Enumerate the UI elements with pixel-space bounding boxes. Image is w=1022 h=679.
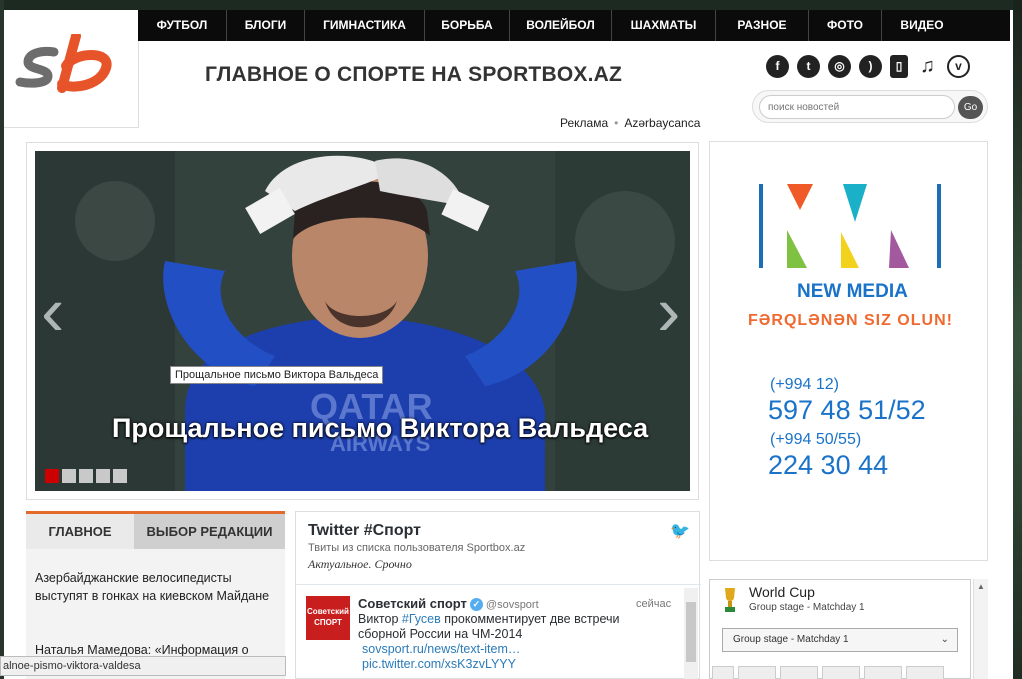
tweet-hashtag[interactable]: #Гусев [402, 612, 441, 626]
site-logo[interactable] [4, 10, 139, 128]
news-item[interactable]: Азербайджанские велосипедисты выступят в… [35, 569, 275, 605]
matchday-select[interactable]: Group stage - Matchday 1 ⌄ [722, 628, 958, 652]
ad-slogan: FƏRQLƏNƏN SIZ OLUN! [748, 312, 953, 329]
facebook-icon[interactable]: f [766, 55, 789, 78]
sportbox-logo-icon [15, 34, 112, 93]
ad-mobile-code: (+994 50/55) [770, 431, 862, 448]
twitter-widget-subtitle: Твиты из списка пользователя Sportbox.az [308, 542, 526, 554]
odnoklassniki-icon[interactable]: ◎ [828, 55, 851, 78]
nav-item-gymnastics[interactable]: ГИМНАСТИКА [305, 10, 425, 41]
tab-editors-choice[interactable]: ВЫБОР РЕДАКЦИИ [134, 514, 285, 549]
tweet-scrollbar[interactable] [684, 588, 698, 679]
tab-main[interactable]: ГЛАВНОЕ [26, 514, 134, 549]
group-tab[interactable] [738, 666, 776, 679]
twitter-widget-title[interactable]: Twitter #Спорт [308, 522, 421, 540]
worldcup-title: World Cup [749, 584, 815, 600]
tweet-link[interactable]: sovsport.ru/news/text-item… [358, 642, 644, 657]
slider-prev-arrow[interactable]: ‹ [41, 276, 64, 346]
tweet-text-start: Виктор [358, 612, 402, 626]
nav-item-chess[interactable]: ШАХМАТЫ [612, 10, 716, 41]
vimeo-icon[interactable]: v [947, 55, 970, 78]
main-nav: ФУТБОЛ БЛОГИ ГИМНАСТИКА БОРЬБА ВОЛЕЙБОЛ … [138, 10, 1010, 41]
site-slogan: ГЛАВНОЕ О СПОРТЕ НА SPORTBOX.AZ [205, 63, 622, 86]
matchday-select-value: Group stage - Matchday 1 [733, 634, 849, 645]
slide-title[interactable]: Прощальное письмо Виктора Вальдеса [112, 413, 648, 444]
news-tabs: ГЛАВНОЕ ВЫБОР РЕДАКЦИИ [26, 511, 285, 549]
nav-item-volleyball[interactable]: ВОЛЕЙБОЛ [510, 10, 612, 41]
mobile-icon[interactable]: ▯ [890, 55, 908, 78]
tweet-author[interactable]: Советский спорт ✓ @sovsport [358, 596, 539, 612]
rss-icon[interactable]: ) [859, 55, 882, 78]
divider [296, 584, 701, 585]
ad-phone-number: 597 48 51/52 [768, 395, 926, 425]
worldcup-scrollbar[interactable]: ▲ [973, 579, 988, 679]
trophy-icon [725, 588, 735, 612]
nav-item-photo[interactable]: ФОТО [809, 10, 882, 41]
slider-dot[interactable] [45, 469, 59, 483]
tweet-time[interactable]: сейчас [636, 598, 671, 610]
slider-dot[interactable] [96, 469, 110, 483]
tweet-handle[interactable]: @sovsport [486, 599, 539, 611]
search-input[interactable] [759, 95, 955, 119]
status-bar-url: alnoe-pismo-viktora-valdesa [0, 656, 286, 676]
verified-icon: ✓ [469, 598, 483, 612]
tweet-text: Виктор #Гусев прокомментирует две встреч… [358, 612, 644, 672]
music-icon[interactable]: ♫ [916, 55, 939, 78]
slide-tooltip: Прощальное письмо Виктора Вальдеса [170, 366, 384, 384]
group-tab[interactable] [906, 666, 944, 679]
twitter-widget-description: Актуальное. Срочно [308, 557, 412, 571]
ad-mobile-number: 224 30 44 [768, 450, 889, 480]
ad-phone-code: (+994 12) [770, 376, 839, 393]
social-icons: f t ◎ ) ▯ ♫ v [766, 55, 970, 78]
group-tabs [712, 666, 944, 679]
slider-dot[interactable] [79, 469, 93, 483]
new-media-logo-icon [759, 184, 941, 268]
twitter-widget: Twitter #Спорт 🐦 Твиты из списка пользов… [295, 511, 701, 679]
group-tab[interactable] [712, 666, 734, 679]
search-button[interactable]: Go [958, 96, 983, 119]
slider-dot[interactable] [113, 469, 127, 483]
tweet-avatar[interactable]: Советский СПОРТ [306, 596, 350, 640]
tweet-pic-link[interactable]: pic.twitter.com/xsK3zvLYYY [358, 657, 644, 672]
ad-banner[interactable]: NEW MEDIA FƏRQLƏNƏN SIZ OLUN! (+994 12) … [709, 141, 988, 561]
language-link[interactable]: Azərbaycanca [624, 116, 700, 130]
worldcup-subtitle: Group stage - Matchday 1 [749, 602, 865, 613]
scrollbar-thumb[interactable] [686, 602, 696, 662]
group-tab[interactable] [780, 666, 818, 679]
chevron-down-icon: ⌄ [940, 634, 949, 645]
top-links: Реклама • Azərbaycanca [560, 116, 700, 130]
group-tab[interactable] [822, 666, 860, 679]
nav-item-blogs[interactable]: БЛОГИ [227, 10, 305, 41]
scroll-up-icon[interactable]: ▲ [977, 582, 985, 591]
twitter-bird-icon[interactable]: 🐦 [670, 521, 690, 541]
nav-item-video[interactable]: ВИДЕО [882, 10, 962, 41]
nav-item-football[interactable]: ФУТБОЛ [138, 10, 227, 41]
ad-brand: NEW MEDIA [797, 281, 908, 302]
tweet-author-name[interactable]: Советский спорт [358, 596, 467, 611]
link-separator: • [614, 116, 619, 130]
twitter-icon[interactable]: t [797, 55, 820, 78]
slider-next-arrow[interactable]: › [657, 276, 680, 346]
page-background-right [1013, 0, 1022, 679]
search-box: Go [752, 90, 988, 123]
slider-dots [45, 469, 127, 483]
nav-item-misc[interactable]: РАЗНОЕ [716, 10, 809, 41]
ads-link[interactable]: Реклама [560, 116, 608, 130]
worldcup-widget: World Cup Group stage - Matchday 1 Group… [709, 579, 971, 679]
nav-item-wrestling[interactable]: БОРЬБА [425, 10, 510, 41]
group-tab[interactable] [864, 666, 902, 679]
slider-dot[interactable] [62, 469, 76, 483]
